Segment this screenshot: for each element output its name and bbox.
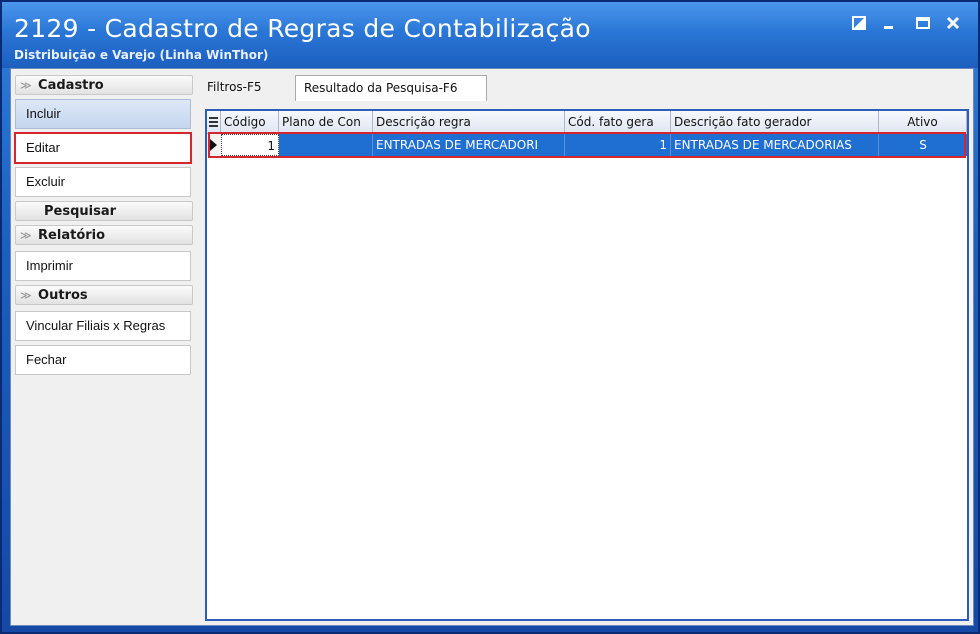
cell-descricao-regra[interactable]: ENTRADAS DE MERCADORI xyxy=(373,134,565,156)
client-area: ≫ Cadastro Incluir Editar Excluir Pesqui… xyxy=(10,68,974,626)
group-label: Relatório xyxy=(38,228,106,243)
window-subtitle: Distribuição e Varejo (Linha WinThor) xyxy=(14,48,269,62)
group-pesquisar[interactable]: Pesquisar xyxy=(15,201,193,221)
col-header-cod-fato[interactable]: Cód. fato gera xyxy=(565,111,671,133)
vincular-filiais-button[interactable]: Vincular Filiais x Regras xyxy=(15,311,191,341)
tab-filtros[interactable]: Filtros-F5 xyxy=(199,75,289,101)
row-indicator xyxy=(207,134,222,156)
group-label: Pesquisar xyxy=(44,204,117,219)
excluir-button[interactable]: Excluir xyxy=(15,167,191,197)
grid-header: Código Plano de Con Descrição regra Cód.… xyxy=(207,111,967,134)
fechar-button[interactable]: Fechar xyxy=(15,345,191,375)
cell-ativo[interactable]: S xyxy=(879,134,967,156)
tab-resultado-pesquisa[interactable]: Resultado da Pesquisa-F6 xyxy=(295,75,487,101)
cell-cod-fato[interactable]: 1 xyxy=(565,134,671,156)
col-header-descricao-fato[interactable]: Descrição fato gerador xyxy=(671,111,879,133)
title-bar: 2129 - Cadastro de Regras de Contabiliza… xyxy=(2,2,978,68)
col-header-codigo[interactable]: Código xyxy=(221,111,279,133)
cell-descricao-fato[interactable]: ENTRADAS DE MERCADORIAS xyxy=(671,134,879,156)
group-label: Cadastro xyxy=(38,78,104,93)
col-header-ativo[interactable]: Ativo xyxy=(879,111,967,133)
minimize-icon[interactable] xyxy=(878,12,900,34)
group-label: Outros xyxy=(38,288,88,303)
imprimir-button[interactable]: Imprimir xyxy=(15,251,191,281)
close-icon[interactable] xyxy=(942,12,964,34)
editar-button[interactable]: Editar xyxy=(14,132,192,164)
table-row[interactable]: 1 ENTRADAS DE MERCADORI 1 ENTRADAS DE ME… xyxy=(207,134,967,156)
chevron-collapse-icon: ≫ xyxy=(20,289,32,302)
chevron-collapse-icon: ≫ xyxy=(20,79,32,92)
cell-plano[interactable] xyxy=(279,134,373,156)
results-grid: Código Plano de Con Descrição regra Cód.… xyxy=(205,109,969,621)
column-chooser-icon[interactable] xyxy=(207,111,221,133)
group-outros[interactable]: ≫ Outros xyxy=(15,285,193,305)
group-relatorio[interactable]: ≫ Relatório xyxy=(15,225,193,245)
row-pointer-icon xyxy=(210,139,217,151)
window-title: 2129 - Cadastro de Regras de Contabiliza… xyxy=(14,14,591,43)
col-header-descricao-regra[interactable]: Descrição regra xyxy=(373,111,565,133)
restore-icon[interactable] xyxy=(848,12,870,34)
incluir-button[interactable]: Incluir xyxy=(15,99,191,129)
maximize-icon[interactable] xyxy=(912,12,934,34)
cell-codigo[interactable]: 1 xyxy=(221,134,279,156)
action-sidebar: ≫ Cadastro Incluir Editar Excluir Pesqui… xyxy=(13,73,197,375)
col-header-plano[interactable]: Plano de Con xyxy=(279,111,373,133)
app-window: 2129 - Cadastro de Regras de Contabiliza… xyxy=(0,0,980,634)
group-cadastro[interactable]: ≫ Cadastro xyxy=(15,75,193,95)
chevron-collapse-icon: ≫ xyxy=(20,229,32,242)
